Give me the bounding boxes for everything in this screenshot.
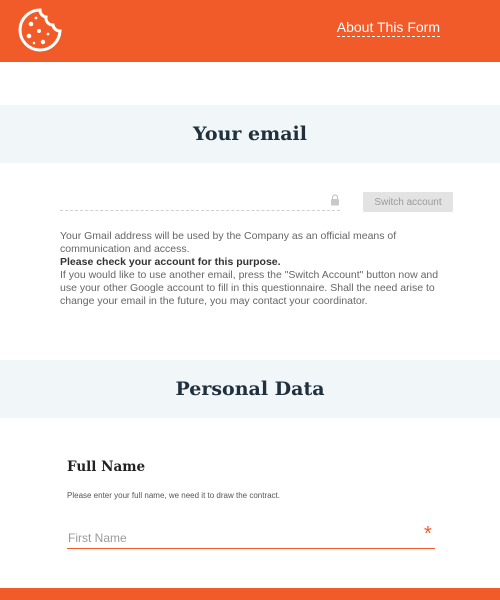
email-section-header: Your email xyxy=(0,105,500,163)
lock-icon xyxy=(331,194,339,206)
full-name-title: Full Name xyxy=(67,459,146,475)
first-name-input[interactable] xyxy=(67,528,435,549)
personal-section-title: Personal Data xyxy=(175,378,325,400)
about-form-link[interactable]: About This Form xyxy=(336,19,440,37)
email-info-line2: If you would like to use another email, … xyxy=(60,269,439,307)
email-info-text: Your Gmail address will be used by the C… xyxy=(60,230,445,308)
personal-section-header: Personal Data xyxy=(0,360,500,418)
full-name-hint: Please enter your full name, we need it … xyxy=(67,491,281,500)
email-info-bold: Please check your account for this purpo… xyxy=(60,256,281,268)
email-info-line1: Your Gmail address will be used by the C… xyxy=(60,230,397,255)
switch-account-button[interactable]: Switch account xyxy=(363,192,453,212)
email-field xyxy=(60,192,340,211)
footer-bar xyxy=(0,588,500,600)
header-bar: About This Form xyxy=(0,0,500,62)
cookie-icon[interactable] xyxy=(14,4,66,56)
email-section-title: Your email xyxy=(193,123,307,145)
required-star: * xyxy=(424,523,432,545)
